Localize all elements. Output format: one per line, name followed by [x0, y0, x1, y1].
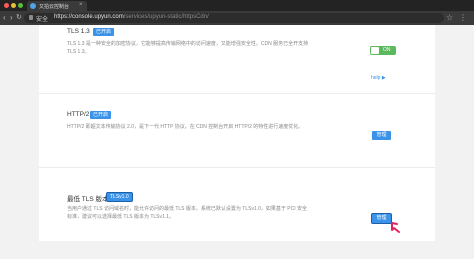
reload-icon[interactable]: ↻ — [16, 13, 22, 22]
https-settings-card: TLS 1.3 已开启 TLS 1.3 是一种安全的加密协议，它能够提高传输网络… — [39, 25, 435, 241]
address-bar: ‹ › ↻ 安全 https://console.upyun.com/servi… — [0, 11, 474, 25]
browser-menu-icon[interactable]: ⋮ — [459, 13, 467, 22]
maximize-window-icon[interactable] — [18, 3, 23, 8]
http2-status-badge: 已开启 — [90, 111, 112, 119]
secure-label: 安全 — [36, 17, 49, 23]
tls13-title: TLS 1.3 — [67, 28, 90, 35]
bookmark-star-icon[interactable]: ☆ — [446, 13, 453, 22]
min-tls-description: 当用户通过 TLS 访问域名时，能允许访问的最低 TLS 版本。系统已默认设置为… — [67, 206, 308, 220]
toggle-label: ON — [383, 47, 391, 53]
close-window-icon[interactable] — [4, 3, 9, 8]
toggle-knob — [371, 47, 379, 54]
upyun-favicon-icon — [30, 3, 36, 9]
min-tls-manage-button[interactable]: 管理 — [372, 214, 391, 223]
divider — [39, 167, 435, 168]
http2-description: HTTP/2 即超文本传输协议 2.0，是下一代 HTTP 协议。在 CDN 控… — [67, 124, 304, 130]
back-icon[interactable]: ‹ — [3, 13, 6, 22]
min-tls-version-badge: TLSv1.0 — [107, 193, 132, 201]
pointer-arrow-icon — [391, 222, 400, 233]
tls13-status-badge: 已开启 — [93, 28, 115, 36]
divider — [39, 93, 435, 94]
url-input[interactable]: 安全 https://console.upyun.com/services/up… — [24, 13, 444, 23]
minimize-window-icon[interactable] — [11, 3, 16, 8]
url-text: https://console.upyun.com/services/upyun… — [54, 14, 209, 20]
url-host: https://console.upyun.com — [54, 14, 124, 20]
tab-title: 又拍云控制台 — [39, 4, 70, 10]
http2-title: HTTP/2 — [67, 111, 90, 118]
http2-manage-button[interactable]: 管理 — [372, 131, 391, 140]
browser-titlebar: 又拍云控制台 × — [0, 0, 474, 11]
tls13-description: TLS 1.3 是一种安全的加密协议，它能够提高传输网络中的访问速度，又能增强安… — [67, 41, 309, 55]
lock-icon — [29, 15, 33, 20]
tls13-help-link[interactable]: help ▶ — [371, 75, 386, 81]
browser-tab[interactable]: 又拍云控制台 × — [27, 1, 87, 11]
tls13-toggle[interactable]: ON — [370, 46, 396, 55]
min-tls-title: 最低 TLS 版本 — [67, 196, 109, 203]
page-content: TLS 1.3 已开启 TLS 1.3 是一种安全的加密协议，它能够提高传输网络… — [0, 25, 474, 259]
tab-close-icon[interactable]: × — [79, 2, 83, 9]
forward-icon[interactable]: › — [10, 13, 13, 22]
url-path: /services/upyun-static/httpsCdn/ — [123, 14, 209, 20]
